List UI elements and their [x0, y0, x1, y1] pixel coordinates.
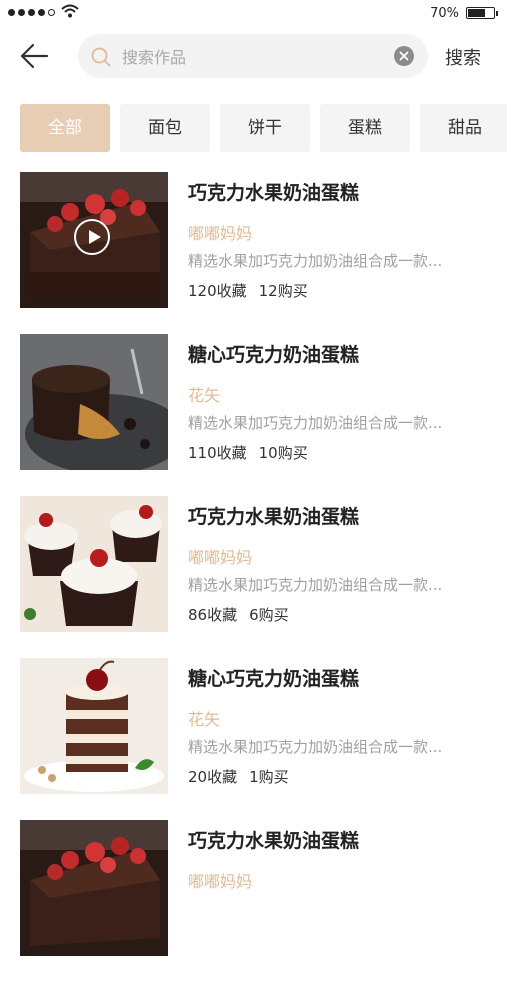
item-description: 精选水果加巧克力加奶油组合成一款... [188, 252, 443, 270]
item-author[interactable]: 嘟嘟妈妈 [188, 868, 252, 892]
item-stats: 20收藏 1购买 [188, 766, 301, 787]
battery-percent: 70% [430, 6, 459, 21]
item-description: 精选水果加巧克力加奶油组合成一款... [188, 576, 443, 594]
item-stats: 110收藏 10购买 [188, 442, 320, 463]
item-title: 巧克力水果奶油蛋糕 [188, 182, 360, 204]
item-stats: 86收藏 6购买 [188, 604, 301, 625]
item-author[interactable]: 嘟嘟妈妈 [188, 220, 252, 244]
tab-cookies[interactable]: 饼干 [220, 104, 310, 152]
product-image [20, 496, 168, 632]
item-title: 糖心巧克力奶油蛋糕 [188, 668, 360, 690]
search-input[interactable] [120, 44, 384, 70]
item-author[interactable]: 花矢 [188, 706, 220, 730]
item-title: 巧克力水果奶油蛋糕 [188, 830, 360, 852]
item-title: 糖心巧克力奶油蛋糕 [188, 344, 360, 366]
back-arrow-icon[interactable] [18, 41, 50, 71]
wifi-icon [61, 4, 79, 18]
signal-icon [8, 9, 55, 16]
item-description: 精选水果加巧克力加奶油组合成一款... [188, 414, 443, 432]
favorites-count: 86收藏 [188, 606, 238, 624]
list-item[interactable]: 巧克力水果奶油蛋糕 嘟嘟妈妈 精选水果加巧克力加奶油组合成一款... 86收藏 6… [20, 496, 507, 658]
tab-cake[interactable]: 蛋糕 [320, 104, 410, 152]
list-item[interactable]: 糖心巧克力奶油蛋糕 花矢 精选水果加巧克力加奶油组合成一款... 110收藏 10… [20, 334, 507, 496]
search-header: 搜索 [0, 32, 507, 80]
favorites-count: 20收藏 [188, 768, 238, 786]
purchase-count: 12购买 [258, 282, 308, 300]
item-stats: 120收藏 12购买 [188, 280, 320, 301]
play-icon[interactable] [74, 219, 110, 255]
item-author[interactable]: 花矢 [188, 382, 220, 406]
list-item[interactable]: 巧克力水果奶油蛋糕 嘟嘟妈妈 [20, 820, 507, 982]
item-author[interactable]: 嘟嘟妈妈 [188, 544, 252, 568]
product-image [20, 172, 168, 308]
tab-all[interactable]: 全部 [20, 104, 110, 152]
item-title: 巧克力水果奶油蛋糕 [188, 506, 360, 528]
product-image [20, 820, 168, 956]
battery-icon [466, 7, 498, 19]
purchase-count: 1购买 [249, 768, 289, 786]
list-item[interactable]: 糖心巧克力奶油蛋糕 花矢 精选水果加巧克力加奶油组合成一款... 20收藏 1购买 [20, 658, 507, 820]
favorites-count: 110收藏 [188, 444, 247, 462]
status-bar: 70% [0, 0, 507, 28]
search-box [78, 34, 428, 78]
purchase-count: 10购买 [258, 444, 308, 462]
tab-dessert[interactable]: 甜品 [420, 104, 507, 152]
clear-icon[interactable] [394, 46, 414, 66]
product-image [20, 658, 168, 794]
search-icon [91, 47, 111, 67]
favorites-count: 120收藏 [188, 282, 247, 300]
product-image [20, 334, 168, 470]
tab-bread[interactable]: 面包 [120, 104, 210, 152]
item-description: 精选水果加巧克力加奶油组合成一款... [188, 738, 443, 756]
purchase-count: 6购买 [249, 606, 289, 624]
list-item[interactable]: 巧克力水果奶油蛋糕 嘟嘟妈妈 精选水果加巧克力加奶油组合成一款... 120收藏… [20, 172, 507, 334]
search-button[interactable]: 搜索 [445, 44, 481, 70]
category-tabs: 全部 面包 饼干 蛋糕 甜品 [20, 104, 507, 152]
result-list: 巧克力水果奶油蛋糕 嘟嘟妈妈 精选水果加巧克力加奶油组合成一款... 120收藏… [20, 172, 507, 982]
